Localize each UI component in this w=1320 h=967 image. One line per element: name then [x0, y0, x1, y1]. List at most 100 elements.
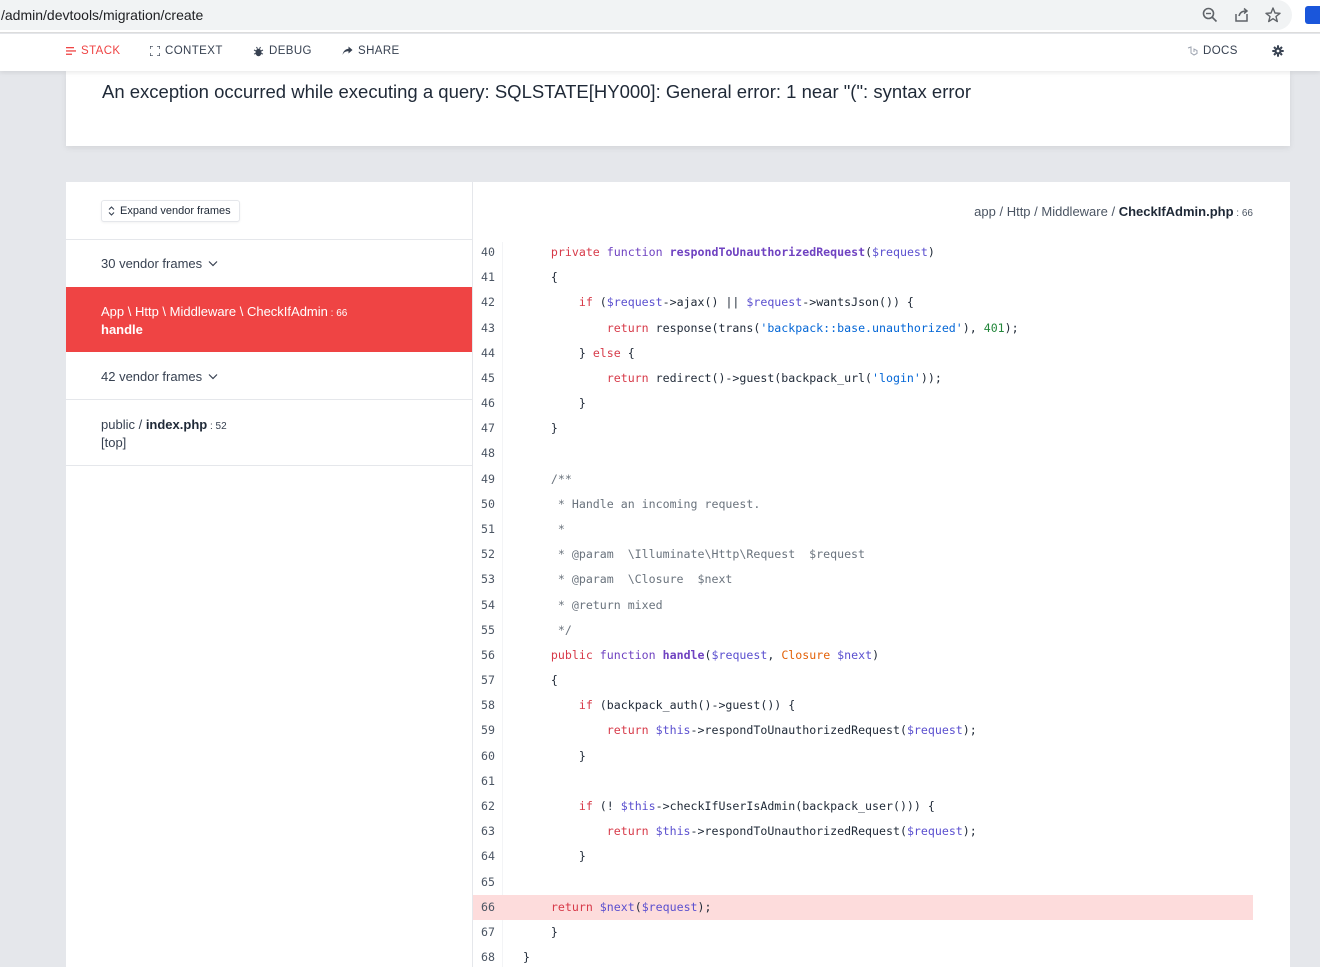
code-line: 45 return redirect()->guest(backpack_url…	[473, 366, 1253, 391]
code-line: 47 }	[473, 416, 1253, 441]
code-line: 60 }	[473, 744, 1253, 769]
line-number[interactable]: 55	[481, 623, 503, 637]
code-line: 56 public function handle($request, Clos…	[473, 643, 1253, 668]
settings-button[interactable]	[1272, 45, 1284, 57]
line-number[interactable]: 60	[481, 749, 503, 763]
expand-vendor-frames-label: Expand vendor frames	[120, 205, 231, 217]
code-line: 64 }	[473, 844, 1253, 869]
bug-icon	[253, 46, 264, 56]
code-text: }	[523, 421, 558, 436]
tab-stack-label: STACK	[81, 45, 121, 57]
line-number[interactable]: 56	[481, 648, 503, 662]
code-text: */	[523, 622, 572, 637]
code-text: if (backpack_auth()->guest()) {	[578, 698, 796, 713]
share-arrow-icon	[342, 46, 353, 55]
line-number[interactable]: 52	[481, 547, 503, 561]
line-number[interactable]: 42	[481, 295, 503, 309]
line-number[interactable]: 49	[481, 472, 503, 486]
code-text: private function respondToUnauthorizedRe…	[550, 245, 935, 259]
line-number[interactable]: 47	[481, 421, 503, 435]
code-line: 67 }	[473, 920, 1253, 945]
url-field[interactable]: /admin/devtools/migration/create	[0, 0, 1292, 30]
tab-share-label: SHARE	[358, 45, 400, 57]
docs-link[interactable]: DOCS	[1187, 45, 1238, 57]
share-page-icon[interactable]	[1233, 6, 1251, 24]
vendor-frames-group-2[interactable]: 42 vendor frames	[66, 353, 472, 400]
line-number[interactable]: 44	[481, 346, 503, 360]
code-text: * Handle an incoming request.	[523, 496, 761, 511]
line-number[interactable]: 68	[481, 950, 503, 964]
vendor-frames-group-1[interactable]: 30 vendor frames	[66, 240, 472, 287]
line-number[interactable]: 43	[481, 321, 503, 335]
frame-file: index.php	[145, 417, 208, 432]
code-text: {	[523, 673, 558, 688]
line-number[interactable]: 50	[481, 497, 503, 511]
line-number[interactable]: 54	[481, 598, 503, 612]
code-text: }	[523, 950, 530, 965]
code-line: 50 * Handle an incoming request.	[473, 492, 1253, 517]
stack-frame-method: handle	[101, 322, 143, 337]
stack-frame-path: public / index.php : 52	[101, 417, 227, 432]
stack-frame-active[interactable]: App \ Http \ Middleware \ CheckIfAdmin :…	[66, 287, 472, 352]
browser-address-bar: /admin/devtools/migration/create	[0, 0, 1320, 33]
frame-directory: public /	[101, 417, 146, 432]
file-name: CheckIfAdmin.php	[1118, 204, 1234, 219]
code-line: 48	[473, 441, 1253, 466]
line-number[interactable]: 45	[481, 371, 503, 385]
laravel-icon	[1187, 45, 1198, 56]
list-icon	[66, 47, 76, 55]
code-text: return $this->respondToUnauthorizedReque…	[606, 824, 977, 839]
frame-class: CheckIfAdmin	[246, 304, 328, 319]
line-number[interactable]: 40	[481, 245, 503, 259]
bookmark-star-icon[interactable]	[1264, 6, 1282, 24]
docs-label: DOCS	[1203, 45, 1238, 57]
stack-frame-method: [top]	[101, 435, 127, 450]
code-line: 66 return $next($request);	[473, 894, 1253, 920]
line-number[interactable]: 48	[481, 446, 503, 460]
file-path[interactable]: app / Http / Middleware / CheckIfAdmin.p…	[974, 204, 1253, 219]
tab-stack[interactable]: STACK	[66, 45, 121, 57]
line-number[interactable]: 57	[481, 673, 503, 687]
zoom-icon[interactable]	[1201, 6, 1219, 24]
code-text: }	[523, 924, 558, 939]
chevron-down-icon	[208, 261, 218, 267]
tab-debug[interactable]: DEBUG	[253, 45, 312, 57]
line-number[interactable]: 58	[481, 698, 503, 712]
line-number[interactable]: 62	[481, 799, 503, 813]
line-number[interactable]: 66	[481, 900, 503, 914]
code-line: 41 {	[473, 265, 1253, 290]
line-number[interactable]: 61	[481, 774, 503, 788]
line-number[interactable]: 65	[481, 875, 503, 889]
line-number[interactable]: 41	[481, 270, 503, 284]
frame-line-number: 52	[215, 421, 227, 432]
code-line: 61	[473, 769, 1253, 794]
code-line: 62 if (! $this->checkIfUserIsAdmin(backp…	[473, 794, 1253, 819]
code-line: 63 return $this->respondToUnauthorizedRe…	[473, 819, 1253, 844]
line-number[interactable]: 64	[481, 849, 503, 863]
tab-share[interactable]: SHARE	[342, 45, 400, 57]
line-number[interactable]: 63	[481, 824, 503, 838]
file-line-number: 66	[1241, 208, 1253, 219]
line-number[interactable]: 51	[481, 522, 503, 536]
line-number[interactable]: 67	[481, 925, 503, 939]
code-text: if ($request->ajax() || $request->wantsJ…	[578, 295, 914, 310]
line-number[interactable]: 59	[481, 723, 503, 737]
code-line: 52 * @param \Illuminate\Http\Request $re…	[473, 542, 1253, 567]
divider	[66, 465, 472, 466]
code-text: return response(trans('backpack::base.un…	[606, 320, 1019, 335]
expand-vendor-frames-button[interactable]: Expand vendor frames	[101, 200, 240, 222]
vendor-frames-group-2-label: 42 vendor frames	[101, 369, 203, 384]
extension-icon[interactable]	[1305, 6, 1320, 24]
code-text: }	[523, 396, 586, 411]
stack-frame-public[interactable]: public / index.php : 52 [top]	[66, 400, 472, 465]
code-line: 59 return $this->respondToUnauthorizedRe…	[473, 718, 1253, 743]
line-number[interactable]: 46	[481, 396, 503, 410]
code-line: 40 private function respondToUnauthorize…	[473, 240, 1253, 265]
tab-context[interactable]: CONTEXT	[150, 45, 223, 57]
line-number[interactable]: 53	[481, 572, 503, 586]
code-text: public function handle($request, Closure…	[550, 647, 880, 662]
code-text: }	[523, 748, 586, 763]
gear-icon	[1272, 45, 1284, 57]
code-line: 57 {	[473, 668, 1253, 693]
code-line: 58 if (backpack_auth()->guest()) {	[473, 693, 1253, 718]
